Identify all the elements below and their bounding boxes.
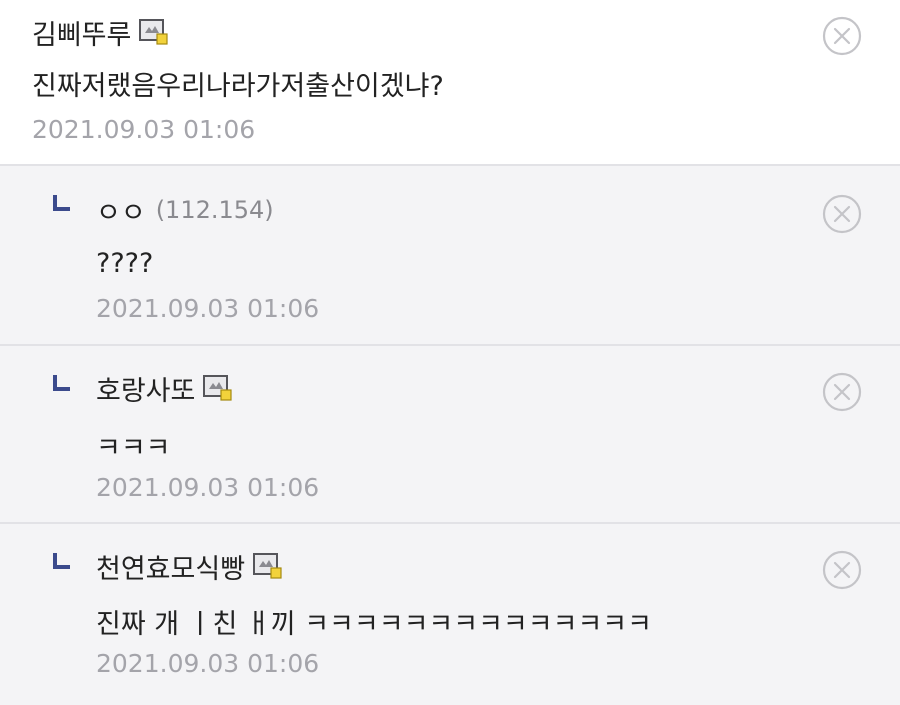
comment-nickname[interactable]: 호랑사또 — [96, 369, 195, 408]
fixed-nick-icon — [253, 553, 282, 579]
comment-text: ???? — [96, 248, 154, 279]
comment-date: 2021.09.03 01:06 — [32, 115, 256, 144]
comment-author-row: 천연효모식빵 — [96, 546, 283, 586]
fixed-nick-icon — [203, 375, 232, 401]
reply-arrow-icon — [53, 195, 70, 211]
comment-date: 2021.09.03 01:06 — [96, 473, 320, 502]
comment-item: 김삐뚜루 진짜저랬음우리나라가저출산이겠냐? 2021.09.03 01:06 — [0, 0, 900, 166]
comment-thread: 김삐뚜루 진짜저랬음우리나라가저출산이겠냐? 2021.09.03 01:06 … — [0, 0, 900, 705]
delete-circle-x-icon[interactable] — [821, 549, 863, 591]
comment-date: 2021.09.03 01:06 — [96, 649, 320, 678]
comment-text: ㅋㅋㅋ — [96, 433, 171, 464]
comment-nickname[interactable]: 김삐뚜루 — [32, 13, 131, 52]
reply-item: ㅇㅇ (112.154) ???? 2021.09.03 01:06 — [0, 166, 900, 346]
reply-item: 호랑사또 ㅋㅋㅋ 2021.09.03 01:06 — [0, 346, 900, 524]
delete-circle-x-icon[interactable] — [821, 15, 863, 57]
comment-text: 진짜저랬음우리나라가저출산이겠냐? — [32, 71, 444, 102]
comment-date: 2021.09.03 01:06 — [96, 294, 320, 323]
comment-nickname[interactable]: ㅇㅇ — [96, 191, 146, 230]
delete-circle-x-icon[interactable] — [821, 193, 863, 235]
reply-item: 천연효모식빵 진짜 개 ㅣ친 ㅐ끼 ㅋㅋㅋㅋㅋㅋㅋㅋㅋㅋㅋㅋㅋㅋ 2021.09… — [0, 524, 900, 705]
comment-nickname[interactable]: 천연효모식빵 — [96, 547, 245, 586]
comment-author-row: 김삐뚜루 — [32, 12, 169, 52]
comment-author-row: ㅇㅇ (112.154) — [96, 190, 274, 230]
comment-author-row: 호랑사또 — [96, 368, 233, 408]
reply-arrow-icon — [53, 375, 70, 391]
delete-circle-x-icon[interactable] — [821, 371, 863, 413]
fixed-nick-icon — [139, 19, 168, 45]
comment-ip: (112.154) — [155, 196, 274, 224]
comment-text: 진짜 개 ㅣ친 ㅐ끼 ㅋㅋㅋㅋㅋㅋㅋㅋㅋㅋㅋㅋㅋㅋ — [96, 609, 652, 640]
reply-arrow-icon — [53, 553, 70, 569]
